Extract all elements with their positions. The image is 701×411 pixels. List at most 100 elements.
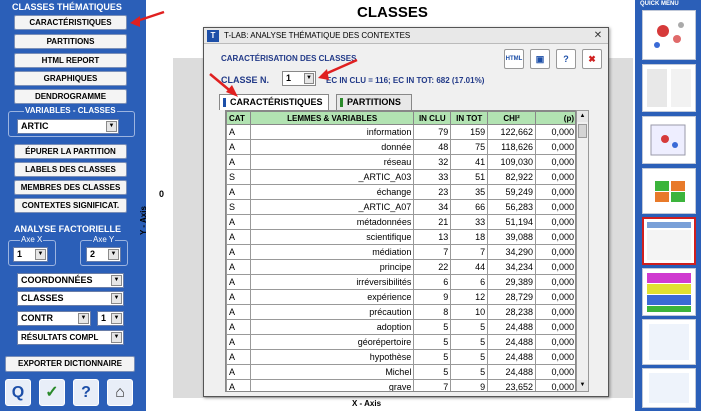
caracteristiques-button[interactable]: CARACTÉRISTIQUES: [14, 15, 127, 30]
graphiques-button[interactable]: GRAPHIQUES: [14, 71, 127, 86]
table-cell: A: [226, 334, 251, 350]
quick-thumb-cluster[interactable]: [642, 10, 696, 60]
table-cell: A: [226, 184, 251, 200]
home-icon[interactable]: ⌂: [107, 379, 133, 406]
scroll-thumb[interactable]: [578, 124, 587, 138]
table-row[interactable]: Aprécaution 8 10 28,238 0,000: [226, 304, 575, 320]
chevron-down-icon: ▼: [111, 293, 122, 304]
delete-icon[interactable]: ✖: [582, 49, 602, 69]
table-cell: 0,000: [535, 289, 575, 305]
table-row[interactable]: Ainformation 79 159 122,662 0,000: [226, 124, 575, 140]
table-row[interactable]: Adonnée 48 75 118,626 0,000: [226, 139, 575, 155]
variable-select[interactable]: ARTIC ▼: [17, 119, 119, 134]
list-icon: [647, 69, 691, 107]
resultats-select[interactable]: RÉSULTATS COMPL ▼: [17, 330, 124, 345]
check-icon[interactable]: ✓: [39, 379, 65, 406]
dialog-titlebar: T T-LAB: ANALYSE THÉMATIQUE DES CONTEXTE…: [204, 28, 608, 44]
col-in-clu[interactable]: IN CLU: [413, 111, 452, 125]
table-cell: 66: [450, 199, 489, 215]
contr-num-select[interactable]: 1 ▼: [97, 311, 124, 326]
table-row[interactable]: S _ARTIC_A07 34 66 56,283 0,000: [226, 199, 575, 215]
col-p[interactable]: (p): [535, 111, 575, 125]
table-cell: 32: [413, 154, 452, 170]
table-cell: A: [226, 274, 251, 290]
table-cell: adoption: [249, 319, 415, 335]
col-lemmes[interactable]: LEMMES & VARIABLES: [249, 111, 415, 125]
table-cell: 0,000: [535, 244, 575, 260]
table-cell: A: [226, 139, 251, 155]
table-row[interactable]: Agrave 7 9 23,652 0,000: [226, 379, 575, 391]
classes-select[interactable]: CLASSES ▼: [17, 291, 124, 306]
col-cat[interactable]: CAT: [226, 111, 251, 125]
table-cell: _ARTIC_A03: [249, 169, 415, 185]
table-row[interactable]: Ascientifique 13 18 39,088 0,000: [226, 229, 575, 245]
table-cell: 39,088: [487, 229, 537, 245]
table-row[interactable]: Airréversibilités 6 6 29,389 0,000: [226, 274, 575, 290]
quick-thumb-3d[interactable]: [642, 116, 696, 164]
help-icon[interactable]: ?: [73, 379, 99, 406]
classe-select[interactable]: 1 ▼: [282, 71, 316, 86]
table-cell: A: [226, 244, 251, 260]
quick-thumb-doc[interactable]: [642, 319, 696, 365]
table-row[interactable]: Aréseau 32 41 109,030 0,000: [226, 154, 575, 170]
table-cell: 5: [413, 319, 452, 335]
table-cell: 0,000: [535, 349, 575, 365]
scroll-up-icon[interactable]: ▲: [577, 111, 588, 122]
table-row[interactable]: Amétadonnées 21 33 51,194 0,000: [226, 214, 575, 230]
table-scrollbar[interactable]: ▲ ▼: [576, 110, 589, 392]
partitions-button[interactable]: PARTITIONS: [14, 34, 127, 49]
scroll-down-icon[interactable]: ▼: [577, 380, 588, 391]
y-axis-label: Y - Axis: [139, 206, 148, 235]
exporter-dictionnaire-button[interactable]: EXPORTER DICTIONNAIRE: [5, 356, 135, 372]
classes-heading: CLASSES THÉMATIQUES: [12, 2, 122, 12]
table-body: Ainformation 79 159 122,662 0,000 Adonnée 48 75…: [226, 124, 575, 391]
table-cell: 118,626: [487, 139, 537, 155]
help-icon[interactable]: ?: [556, 49, 576, 69]
epurer-partition-button[interactable]: ÉPURER LA PARTITION: [14, 144, 127, 159]
table-row[interactable]: Aprincipe 22 44 34,234 0,000: [226, 259, 575, 275]
quick-thumb-bars[interactable]: [642, 268, 696, 316]
table-cell: 5: [450, 334, 489, 350]
tab-partitions[interactable]: PARTITIONS: [336, 94, 412, 110]
table-row[interactable]: Agéorépertoire 5 5 24,488 0,000: [226, 334, 575, 350]
html-report-button[interactable]: HTML REPORT: [14, 53, 127, 68]
contr-select[interactable]: CONTR ▼: [17, 311, 91, 326]
table-row[interactable]: Aéchange 23 35 59,249 0,000: [226, 184, 575, 200]
tlab-q-icon[interactable]: Q: [5, 379, 31, 406]
table-row[interactable]: Aexpérience 9 12 28,729 0,000: [226, 289, 575, 305]
table-cell: 7: [450, 244, 489, 260]
html-export-icon[interactable]: HTML: [504, 49, 524, 69]
labels-classes-button[interactable]: LABELS DES CLASSES: [14, 162, 127, 177]
table-cell: A: [226, 124, 251, 140]
table-row[interactable]: Aadoption 5 5 24,488 0,000: [226, 319, 575, 335]
close-icon[interactable]: ✕: [591, 29, 605, 42]
save-icon[interactable]: ▣: [530, 49, 550, 69]
table-cell: A: [226, 154, 251, 170]
table-cell: 51,194: [487, 214, 537, 230]
table-cell: médiation: [249, 244, 415, 260]
axe-y-select[interactable]: 2 ▼: [86, 247, 121, 262]
tlab-icon: T: [207, 30, 219, 42]
table-cell: 6: [450, 274, 489, 290]
axe-x-select[interactable]: 1 ▼: [13, 247, 48, 262]
chevron-down-icon: ▼: [111, 332, 122, 343]
dendrogramme-button[interactable]: DENDROGRAMME: [14, 89, 127, 104]
membres-classes-button[interactable]: MEMBRES DES CLASSES: [14, 180, 127, 195]
table-row[interactable]: Ahypothèse 5 5 24,488 0,000: [226, 349, 575, 365]
contextes-significatifs-button[interactable]: CONTEXTES SIGNIFICAT.: [14, 198, 127, 213]
table-cell: échange: [249, 184, 415, 200]
table-row[interactable]: Amédiation 7 7 34,290 0,000: [226, 244, 575, 260]
quick-thumb-doc2[interactable]: [642, 368, 696, 408]
table-row[interactable]: A Michel 5 5 24,488 0,000: [226, 364, 575, 380]
quick-thumb-list[interactable]: [642, 64, 696, 112]
quick-thumb-precision[interactable]: [642, 168, 696, 214]
coordonnees-select[interactable]: COORDONNÉES ▼: [17, 273, 124, 288]
table-cell: 5: [450, 364, 489, 380]
table-cell: 34,290: [487, 244, 537, 260]
table-cell: 10: [450, 304, 489, 320]
table-cell: 0,000: [535, 334, 575, 350]
col-in-tot[interactable]: IN TOT: [450, 111, 489, 125]
quick-thumb-table-selected[interactable]: [642, 217, 696, 265]
col-chi2[interactable]: CHI²: [487, 111, 537, 125]
table-row[interactable]: S _ARTIC_A03 33 51 82,922 0,000: [226, 169, 575, 185]
